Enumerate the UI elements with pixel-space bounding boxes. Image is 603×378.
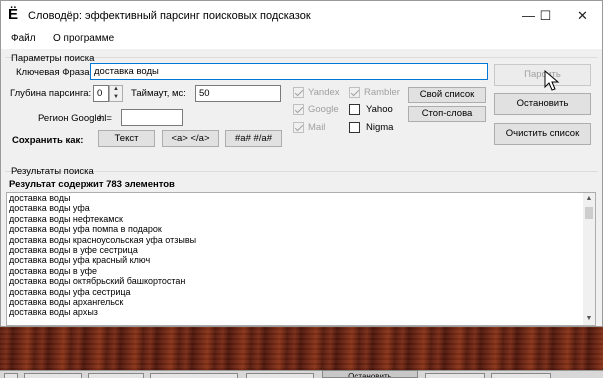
list-item[interactable]: доставка воды уфа красный ключ (7, 255, 595, 265)
menu-about[interactable]: О программе (53, 33, 114, 44)
list-item[interactable]: доставка воды красноусольская уфа отзывы (7, 235, 595, 245)
taskbar-active-button[interactable]: Остановить (322, 370, 418, 378)
parse-button[interactable]: Парсить (494, 64, 591, 86)
rambler-label: Rambler (364, 87, 400, 98)
list-item[interactable]: доставка воды октябрьский башкортостан (7, 276, 595, 286)
region-label: Регион Google: (38, 113, 105, 124)
spinner-up-icon[interactable]: ▲ (110, 86, 122, 94)
rambler-checkbox[interactable] (349, 87, 360, 98)
title-bar: Ё Словодёр: эффективный парсинг поисковы… (1, 1, 602, 31)
google-checkbox[interactable] (293, 104, 304, 115)
list-item[interactable]: доставка воды уфа сестрица (7, 287, 595, 297)
taskbar-button[interactable] (425, 373, 485, 378)
timeout-input[interactable]: 50 (195, 85, 281, 102)
save-text-button[interactable]: Текст (98, 130, 155, 147)
scroll-down-icon[interactable]: ▼ (583, 313, 595, 325)
desktop-wallpaper (0, 327, 603, 370)
yahoo-checkbox[interactable] (349, 104, 360, 115)
depth-label: Глубина парсинга: (10, 88, 92, 99)
window-title: Словодёр: эффективный парсинг поисковых … (28, 10, 311, 22)
save-hash-button[interactable]: #a# #/a# (225, 130, 282, 147)
mail-label: Mail (308, 122, 326, 133)
keyword-label: Ключевая Фраза: (16, 67, 93, 78)
list-item[interactable]: доставка воды в уфе (7, 266, 595, 276)
list-item[interactable]: доставка воды уфа помпа в подарок (7, 224, 595, 234)
yandex-label: Yandex (308, 87, 340, 98)
stop-words-button[interactable]: Стоп-слова (408, 106, 486, 122)
depth-input[interactable]: 0 (93, 85, 109, 102)
stop-button[interactable]: Остановить (494, 93, 591, 115)
hl-label: hl= (99, 113, 112, 124)
list-item[interactable]: доставка воды в уфе сестрица (7, 245, 595, 255)
list-item[interactable]: доставка воды архыз (7, 307, 595, 317)
app-icon: Ё (8, 6, 19, 23)
timeout-label: Таймаут, мс: (131, 88, 186, 99)
nigma-label: Nigma (366, 122, 394, 133)
list-item[interactable]: доставка воды (7, 193, 595, 203)
results-group-title: Результаты поиска (11, 166, 94, 177)
list-item[interactable]: доставка воды уфа (7, 203, 595, 213)
app-window: Ё Словодёр: эффективный парсинг поисковы… (0, 0, 603, 327)
google-label: Google (308, 104, 339, 115)
scroll-thumb[interactable] (585, 207, 593, 219)
keyword-input[interactable]: доставка воды (90, 63, 488, 80)
taskbar-button[interactable] (88, 373, 144, 378)
own-list-button[interactable]: Свой список (408, 87, 486, 103)
save-a-tag-button[interactable]: <a> </a> (162, 130, 219, 147)
nigma-checkbox[interactable] (349, 122, 360, 133)
taskbar-button[interactable] (24, 373, 82, 378)
depth-spinner[interactable]: ▲ ▼ (109, 85, 123, 102)
taskbar-button[interactable] (4, 373, 18, 378)
mouse-cursor-icon (544, 70, 560, 91)
results-list[interactable]: доставка воды доставка воды уфа доставка… (6, 192, 596, 326)
results-summary: Результат содержит 783 элементов (9, 179, 175, 190)
params-group-title: Параметры поиска (11, 53, 95, 64)
scroll-up-icon[interactable]: ▲ (583, 193, 595, 205)
mail-checkbox[interactable] (293, 122, 304, 133)
spinner-down-icon[interactable]: ▼ (110, 94, 122, 102)
close-button[interactable]: ✕ (566, 1, 599, 31)
taskbar-button[interactable] (246, 373, 314, 378)
list-item[interactable]: доставка воды нефтекамск (7, 214, 595, 224)
taskbar-button[interactable] (150, 373, 238, 378)
list-item[interactable]: доставка воды архангельск (7, 297, 595, 307)
taskbar-button[interactable] (491, 373, 551, 378)
clear-list-button[interactable]: Очистить список (494, 123, 591, 145)
yahoo-label: Yahoo (366, 104, 393, 115)
save-as-label: Сохранить как: (12, 135, 84, 146)
maximize-button[interactable]: ☐ (529, 1, 562, 31)
menu-bar: Файл О программе (1, 31, 602, 49)
hl-input[interactable] (121, 109, 183, 126)
results-scrollbar[interactable]: ▲ ▼ (583, 193, 595, 325)
menu-file[interactable]: Файл (11, 33, 36, 44)
yandex-checkbox[interactable] (293, 87, 304, 98)
taskbar (0, 370, 603, 378)
